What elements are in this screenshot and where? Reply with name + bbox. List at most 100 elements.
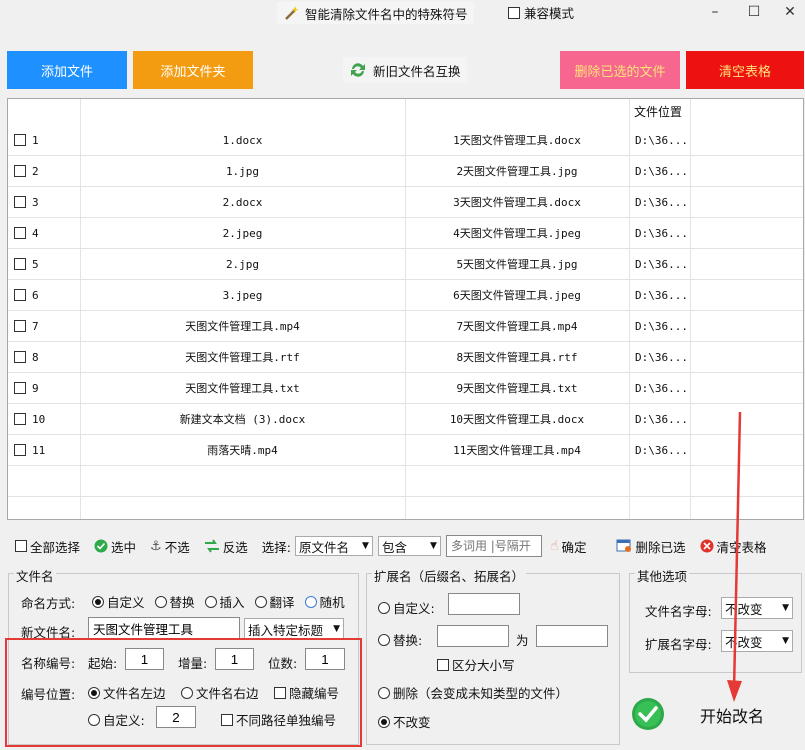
radio-dot[interactable] — [378, 601, 390, 614]
other-options-title: 其他选项 — [635, 566, 690, 585]
file-location: D:\36... — [635, 382, 688, 395]
keyword-input[interactable] — [445, 535, 542, 557]
annotation-highlight-box — [5, 638, 362, 747]
radio-dot[interactable] — [204, 595, 217, 608]
row-checkbox[interactable] — [14, 444, 26, 456]
table-row[interactable]: 7 天图文件管理工具.mp4 7天图文件管理工具.mp4 D:\36... — [8, 311, 803, 342]
case-sensitive-checkbox[interactable]: 区分大小写 — [437, 655, 515, 674]
ext-custom-radio[interactable]: 自定义: — [378, 598, 435, 617]
row-number: 11 — [32, 444, 46, 457]
ext-replace-radio[interactable]: 替换: — [378, 630, 422, 649]
new-filename: 9天图文件管理工具.txt — [456, 382, 578, 395]
row-checkbox[interactable] — [14, 134, 26, 146]
mode-translate-radio[interactable]: 翻译 — [254, 592, 295, 611]
new-filename: 11天图文件管理工具.mp4 — [453, 444, 581, 457]
close-button[interactable]: ✕ — [779, 2, 801, 22]
mode-label: 翻译 — [269, 595, 295, 610]
field-select-value: 原文件名 — [298, 539, 349, 555]
case-sensitive-label: 区分大小写 — [452, 658, 515, 673]
ext-replace-to-input[interactable] — [536, 625, 608, 647]
start-check-icon[interactable] — [631, 697, 665, 731]
maximize-button[interactable]: ☐ — [743, 2, 765, 22]
radio-dot[interactable] — [254, 595, 267, 608]
swap-names-button[interactable]: 新旧文件名互换 — [343, 57, 467, 83]
insert-title-select[interactable]: 插入特定标题 ▼ — [244, 618, 344, 640]
refresh-icon — [351, 63, 365, 77]
table-row[interactable]: 9 天图文件管理工具.txt 9天图文件管理工具.txt D:\36... — [8, 373, 803, 404]
radio-dot[interactable] — [154, 595, 167, 608]
table-row[interactable]: 4 2.jpeg 4天图文件管理工具.jpeg D:\36... — [8, 218, 803, 249]
mode-custom-radio[interactable]: 自定义 — [92, 592, 145, 611]
select-all-box[interactable] — [15, 540, 27, 552]
table-row[interactable]: 11 雨落天晴.mp4 11天图文件管理工具.mp4 D:\36... — [8, 435, 803, 466]
confirm-button[interactable]: ☝ 确定 — [550, 537, 587, 556]
operator-select[interactable]: 包含 ▼ — [377, 536, 441, 556]
new-name-input[interactable] — [88, 617, 240, 639]
mode-insert-radio[interactable]: 插入 — [204, 592, 245, 611]
row-number: 4 — [32, 227, 39, 240]
table-row[interactable]: 6 3.jpeg 6天图文件管理工具.jpeg D:\36... — [8, 280, 803, 311]
name-case-label: 文件名字母: — [645, 604, 712, 619]
invert-button[interactable]: 反选 — [204, 537, 248, 556]
select-all-label: 全部选择 — [30, 539, 81, 555]
delete-selected-button[interactable]: 删除已选 — [616, 537, 686, 556]
table-row[interactable]: 1 1.docx 1天图文件管理工具.docx D:\36... — [8, 125, 803, 156]
row-checkbox[interactable] — [14, 382, 26, 394]
minimize-button[interactable]: – — [704, 2, 726, 22]
mode-random-radio[interactable]: 随机 — [304, 592, 345, 611]
row-checkbox[interactable] — [14, 320, 26, 332]
ext-unchanged-radio[interactable]: 不改变 — [378, 712, 431, 731]
insert-title-value: 插入特定标题 — [248, 622, 324, 638]
compat-checkbox-box[interactable] — [508, 6, 520, 19]
table-row-empty — [8, 497, 803, 519]
ext-delete-radio[interactable]: 删除（会变成未知类型的文件） — [378, 683, 568, 702]
ext-custom-label: 自定义: — [393, 601, 435, 616]
clear-table-button[interactable]: 清空表格 — [686, 51, 804, 89]
radio-dot[interactable] — [304, 595, 317, 608]
delete-selected-files-button[interactable]: 删除已选的文件 — [560, 51, 680, 89]
table-row[interactable]: 3 2.docx 3天图文件管理工具.docx D:\36... — [8, 187, 803, 218]
magic-wand-icon — [285, 6, 299, 20]
select-all-checkbox[interactable]: 全部选择 — [15, 537, 80, 556]
row-checkbox[interactable] — [14, 289, 26, 301]
field-select[interactable]: 原文件名 ▼ — [294, 536, 373, 556]
file-location: D:\36... — [635, 134, 688, 147]
row-checkbox[interactable] — [14, 196, 26, 208]
select-button[interactable]: 选中 — [94, 537, 136, 556]
row-checkbox[interactable] — [14, 413, 26, 425]
add-file-button[interactable]: 添加文件 — [7, 51, 127, 89]
table-row[interactable]: 8 天图文件管理工具.rtf 8天图文件管理工具.rtf D:\36... — [8, 342, 803, 373]
new-filename: 2天图文件管理工具.jpg — [456, 165, 578, 178]
old-filename: 新建文本文档 (3).docx — [179, 413, 306, 426]
app-title-tab[interactable]: 智能清除文件名中的特殊符号 — [277, 2, 474, 24]
mode-replace-radio[interactable]: 替换 — [154, 592, 195, 611]
row-checkbox[interactable] — [14, 165, 26, 177]
compat-mode-checkbox[interactable]: 兼容模式 — [508, 3, 574, 22]
ext-case-label: 扩展名字母: — [645, 637, 712, 652]
old-filename: 雨落天晴.mp4 — [207, 444, 278, 457]
ext-replace-from-input[interactable] — [437, 625, 509, 647]
row-number: 10 — [32, 413, 46, 426]
start-rename-button[interactable]: 开始改名 — [700, 703, 764, 727]
table-row[interactable]: 5 2.jpg 5天图文件管理工具.jpg D:\36... — [8, 249, 803, 280]
anchor-icon: ⚓ — [150, 538, 162, 554]
radio-dot[interactable] — [378, 633, 390, 646]
add-folder-button[interactable]: 添加文件夹 — [133, 51, 253, 89]
file-location: D:\36... — [635, 320, 688, 333]
new-filename: 10天图文件管理工具.docx — [449, 413, 585, 426]
deselect-button[interactable]: ⚓ 不选 — [150, 537, 190, 556]
row-checkbox[interactable] — [14, 351, 26, 363]
row-checkbox[interactable] — [14, 227, 26, 239]
row-number: 5 — [32, 258, 39, 271]
radio-dot[interactable] — [378, 686, 390, 699]
radio-dot[interactable] — [378, 715, 390, 728]
table-row[interactable]: 2 1.jpg 2天图文件管理工具.jpg D:\36... — [8, 156, 803, 187]
new-filename: 7天图文件管理工具.mp4 — [456, 320, 578, 333]
ext-custom-input[interactable] — [448, 593, 520, 615]
checkbox-box[interactable] — [437, 658, 449, 671]
extension-group-title: 扩展名（后缀名、拓展名） — [372, 566, 527, 585]
table-row[interactable]: 10 新建文本文档 (3).docx 10天图文件管理工具.docx D:\36... — [8, 404, 803, 435]
radio-dot[interactable] — [92, 595, 104, 608]
file-table[interactable]: 文件位置 1 1.docx 1天图文件管理工具.docx D:\36... 2 1.jpg… — [7, 98, 804, 520]
row-checkbox[interactable] — [14, 258, 26, 270]
